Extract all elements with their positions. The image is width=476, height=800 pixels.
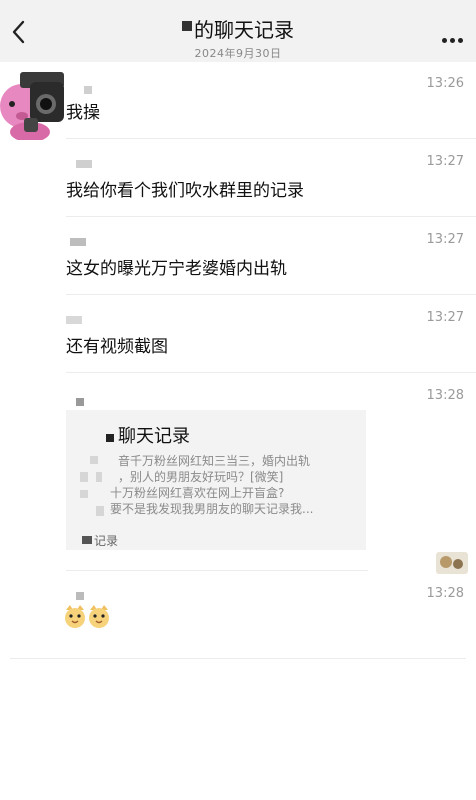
message-text[interactable]: 还有视频截图 — [66, 332, 168, 357]
card-footer: 记录 — [94, 534, 119, 548]
header-date: 2024年9月30日 — [194, 47, 282, 60]
chat-record-card[interactable]: 聊天记录 音千万粉丝网红知三当三，婚内出轨 ，别人的男朋友好玩吗？[微笑] 十万… — [66, 410, 366, 550]
message-time: 13:27 — [426, 154, 464, 169]
page-title: 的聊天记录 — [194, 18, 294, 42]
divider — [66, 372, 476, 373]
message-time: 13:28 — [426, 586, 464, 601]
top-bar: 的聊天记录 2024年9月30日 — [0, 0, 476, 62]
small-sticker — [436, 552, 468, 574]
card-title: 聊天记录 — [118, 426, 190, 447]
card-footer-mosaic — [82, 536, 92, 544]
header: 的聊天记录 2024年9月30日 — [0, 14, 476, 61]
sender-name-mosaic — [84, 86, 92, 94]
card-preview-line: 音千万粉丝网红知三当三，婚内出轨 — [118, 454, 311, 468]
card-mosaic — [80, 490, 88, 498]
divider — [66, 216, 476, 217]
sender-name-mosaic — [76, 592, 84, 600]
message-text[interactable]: 这女的曝光万宁老婆婚内出轨 — [66, 254, 287, 279]
message-time: 13:27 — [426, 310, 464, 325]
pig-gun-sticker — [0, 72, 64, 140]
card-preview-line: ，别人的男朋友好玩吗？[微笑] — [118, 470, 284, 484]
more-icon[interactable] — [442, 28, 466, 43]
sender-name-mosaic — [70, 238, 86, 246]
card-preview-line: 十万粉丝网红喜欢在网上开盲盒? — [110, 486, 285, 500]
divider — [66, 138, 476, 139]
bottom-divider — [10, 658, 466, 659]
card-mosaic — [96, 506, 104, 516]
divider — [66, 294, 476, 295]
cat-face-emoji[interactable] — [64, 604, 112, 630]
card-preview-line: 要不是我发现我男朋友的聊天记录我... — [110, 502, 314, 516]
divider — [66, 570, 368, 571]
title-mosaic — [182, 20, 192, 31]
message-time: 13:26 — [426, 76, 464, 91]
message-text[interactable]: 我操 — [66, 98, 100, 123]
card-mosaic — [96, 472, 102, 482]
card-mosaic — [80, 472, 88, 482]
sender-name-mosaic — [76, 160, 92, 168]
card-mosaic — [90, 456, 98, 464]
sender-name-mosaic — [66, 316, 82, 324]
message-text[interactable]: 我给你看个我们吹水群里的记录 — [66, 176, 304, 201]
message-time: 13:27 — [426, 232, 464, 247]
sender-name-mosaic — [76, 398, 84, 406]
message-time: 13:28 — [426, 388, 464, 403]
card-title-mosaic — [106, 434, 114, 442]
